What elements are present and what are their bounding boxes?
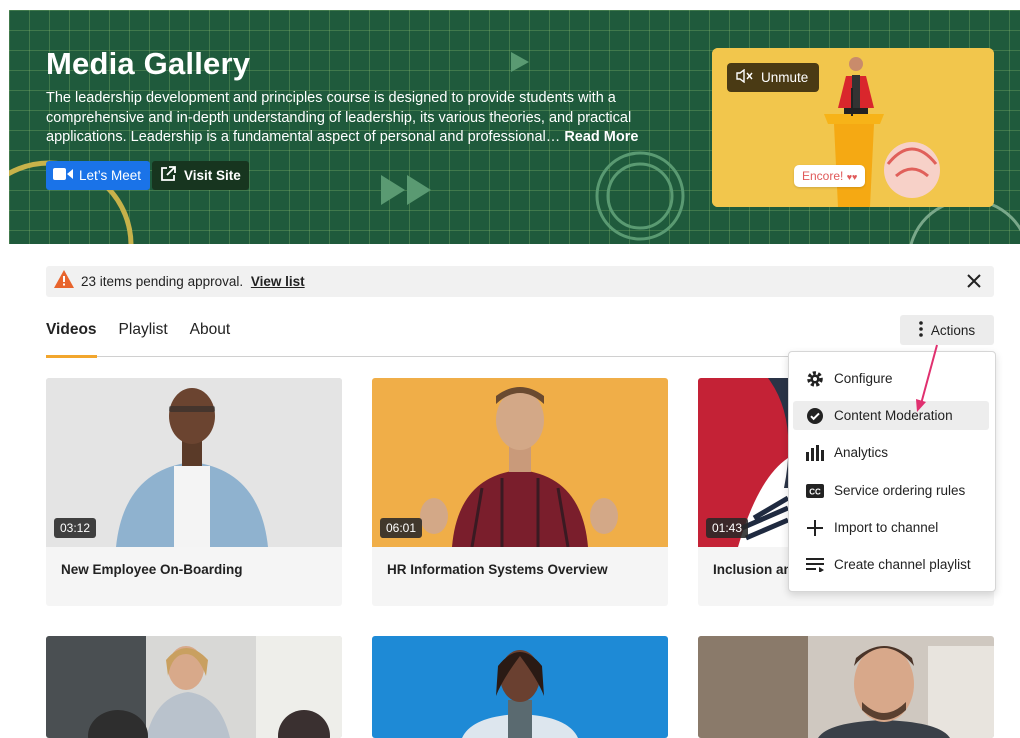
person-thumbnail-image	[372, 636, 668, 738]
page-title: Media Gallery	[46, 46, 251, 81]
video-card[interactable]: 06:01 HR Information Systems Overview	[372, 378, 668, 606]
visit-site-label: Visit Site	[184, 168, 241, 183]
menu-item-label: Configure	[834, 371, 893, 386]
unmute-button[interactable]: Unmute	[727, 63, 820, 92]
gear-icon	[805, 369, 825, 389]
video-thumbnail[interactable]	[46, 636, 342, 738]
video-card[interactable]: 03:12 New Employee On-Boarding	[46, 378, 342, 606]
menu-item-import-to-channel[interactable]: Import to channel	[793, 513, 989, 542]
menu-item-label: Create channel playlist	[834, 557, 971, 572]
video-title[interactable]: Inclusion and	[713, 562, 800, 577]
menu-item-analytics[interactable]: Analytics	[793, 438, 989, 467]
speaker-muted-icon	[736, 68, 754, 86]
video-card[interactable]	[372, 636, 668, 738]
video-camera-icon	[53, 167, 73, 184]
menu-item-label: Service ordering rules	[834, 483, 966, 498]
menu-item-label: Import to channel	[834, 520, 939, 535]
external-link-icon	[160, 166, 176, 185]
video-title[interactable]: New Employee On-Boarding	[61, 562, 243, 577]
warning-icon	[54, 270, 74, 293]
video-duration: 01:43	[706, 518, 749, 538]
person-thumbnail-image	[46, 636, 342, 738]
visit-site-button[interactable]: Visit Site	[152, 161, 249, 190]
hero-video-player[interactable]: Unmute Encore! ♥♥	[712, 48, 994, 207]
lets-meet-label: Let’s Meet	[79, 168, 142, 183]
heart-icon: ♥♥	[846, 172, 858, 182]
notice-text: 23 items pending approval.	[81, 274, 244, 289]
video-thumbnail[interactable]	[372, 636, 668, 738]
hero-description: The leadership development and principle…	[46, 89, 646, 148]
plus-icon	[805, 518, 825, 538]
cc-icon: CC	[805, 481, 825, 501]
encore-sign: Encore! ♥♥	[794, 165, 866, 187]
video-title[interactable]: HR Information Systems Overview	[387, 562, 608, 577]
pending-approval-banner: 23 items pending approval. View list	[46, 266, 994, 297]
actions-label: Actions	[930, 322, 976, 338]
video-thumbnail[interactable]: 06:01	[372, 378, 668, 547]
channel-tabs: Videos Playlist About	[46, 320, 806, 358]
bar-chart-icon	[805, 443, 825, 463]
video-duration: 03:12	[54, 518, 97, 538]
check-circle-icon	[805, 406, 825, 426]
tab-videos[interactable]: Videos	[46, 320, 97, 358]
video-thumbnail[interactable]: 03:12	[46, 378, 342, 547]
playlist-add-icon	[805, 555, 825, 575]
actions-dropdown-menu: Configure Content Moderation Analytics C…	[788, 351, 996, 592]
hero-description-text: The leadership development and principle…	[46, 90, 632, 145]
tab-about[interactable]: About	[190, 320, 231, 356]
menu-item-create-channel-playlist[interactable]: Create channel playlist	[793, 550, 989, 579]
lets-meet-button[interactable]: Let’s Meet	[46, 161, 151, 190]
menu-item-label: Content Moderation	[834, 408, 953, 423]
hero-banner: Media Gallery The leadership development…	[9, 10, 1020, 244]
person-thumbnail-image	[698, 636, 994, 738]
menu-item-service-ordering-rules[interactable]: CC Service ordering rules	[793, 476, 989, 505]
unmute-label: Unmute	[761, 70, 809, 85]
actions-button[interactable]: Actions	[900, 315, 994, 345]
encore-sign-text: Encore!	[802, 169, 844, 183]
tab-playlist[interactable]: Playlist	[119, 320, 168, 356]
more-vertical-icon	[919, 320, 923, 340]
video-thumbnail[interactable]	[698, 636, 994, 738]
menu-item-configure[interactable]: Configure	[793, 364, 989, 393]
video-card[interactable]	[46, 636, 342, 738]
svg-text:CC: CC	[809, 487, 821, 496]
menu-item-content-moderation[interactable]: Content Moderation	[793, 401, 989, 430]
read-more-link[interactable]: Read More	[564, 129, 638, 145]
video-card[interactable]	[698, 636, 994, 738]
menu-item-label: Analytics	[834, 445, 889, 460]
notice-message: 23 items pending approval. View list	[81, 274, 305, 289]
video-duration: 06:01	[380, 518, 423, 538]
close-icon[interactable]	[964, 271, 984, 291]
view-list-link[interactable]: View list	[251, 274, 305, 289]
